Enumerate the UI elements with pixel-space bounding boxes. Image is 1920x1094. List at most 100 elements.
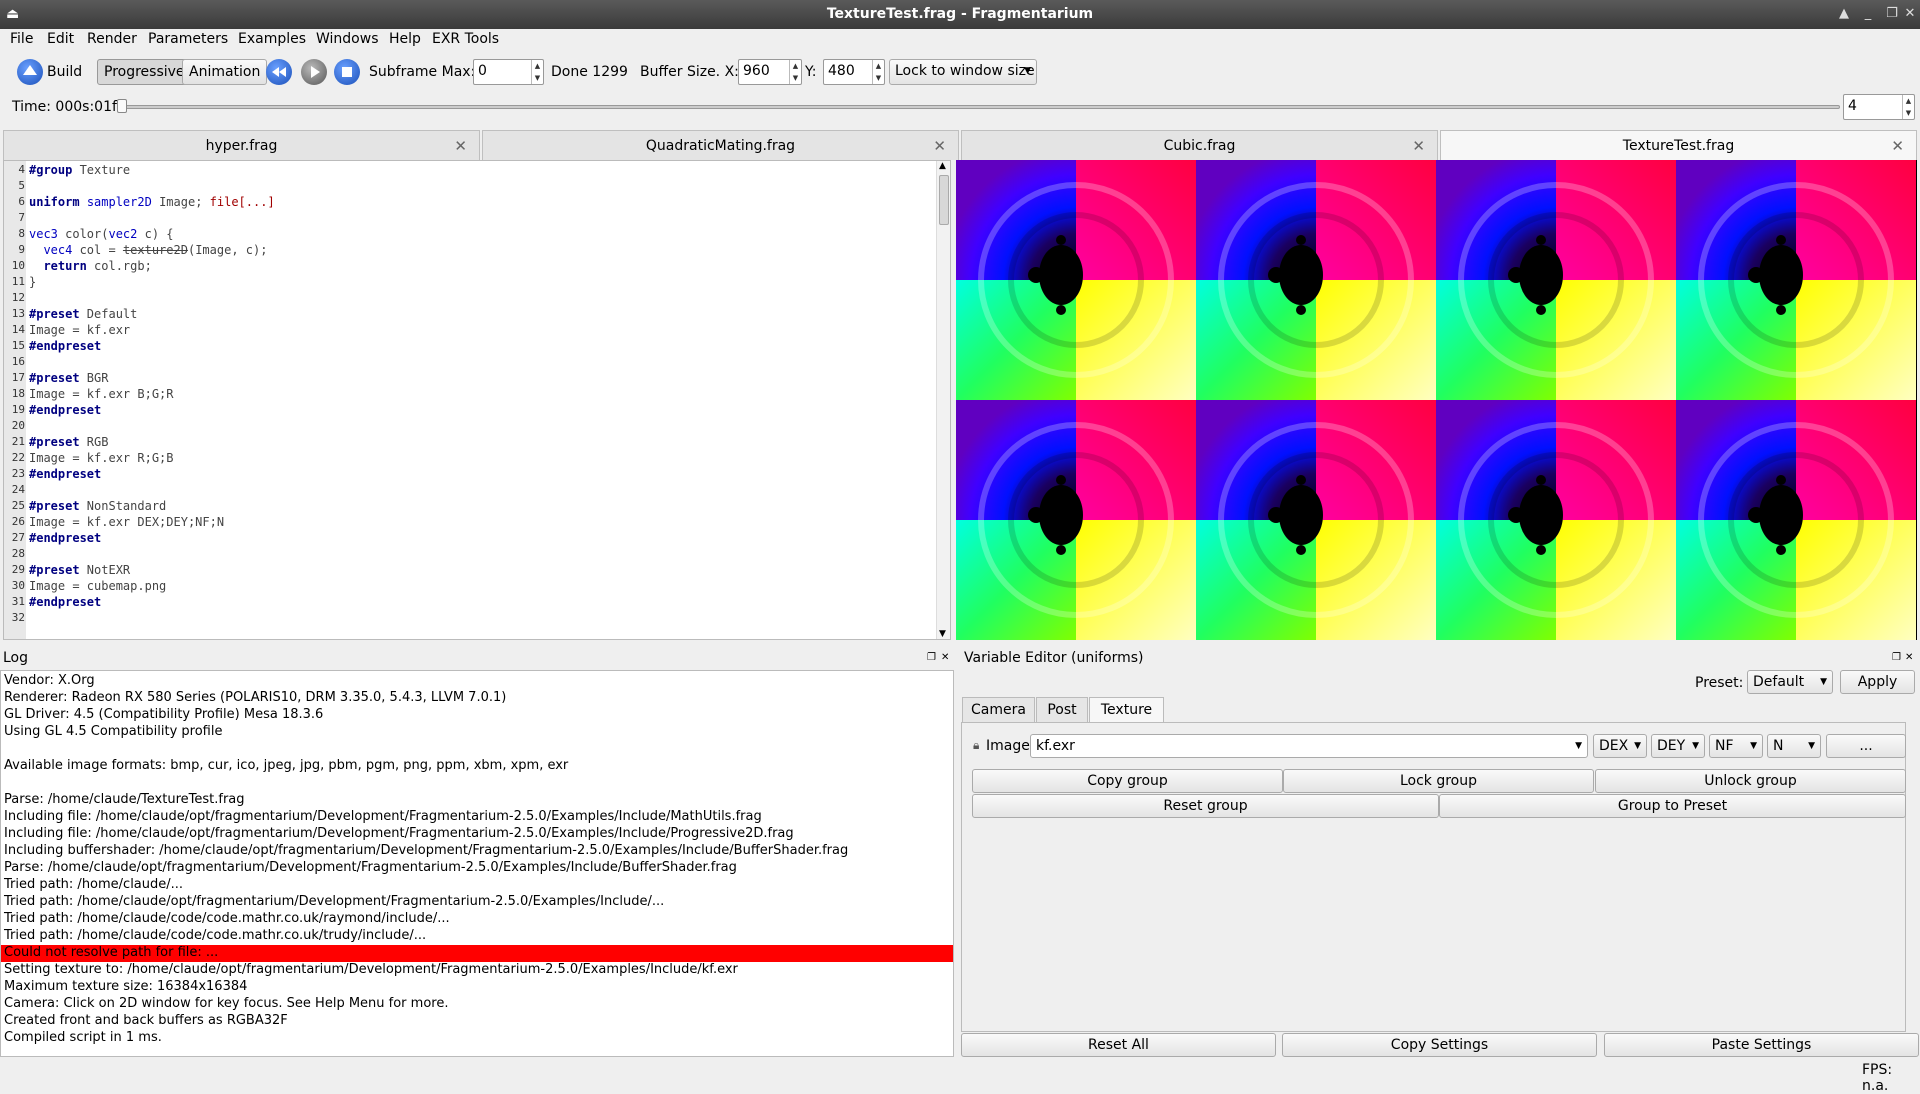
minimize-icon[interactable]: _	[1858, 5, 1878, 23]
menu-exr-tools[interactable]: EXR Tools	[432, 31, 499, 47]
close-tab-icon[interactable]: ✕	[1891, 131, 1904, 161]
code-line: #preset NotEXR	[29, 563, 131, 577]
variable-editor-header: Variable Editor (uniforms) ❐ ✕	[964, 650, 1914, 670]
preset-select[interactable]: Default ▼	[1747, 670, 1833, 694]
close-panel-icon[interactable]: ✕	[941, 652, 949, 663]
apply-button[interactable]: Apply	[1840, 670, 1915, 694]
maximize-icon[interactable]: ❐	[1882, 5, 1902, 23]
code-editor[interactable]: 4 5 6 7 8 9 10 11 12 13 14 15 16 17 18 19 20 21 22 23 24 25 26…	[3, 160, 951, 640]
paste-settings-button[interactable]: Paste Settings	[1604, 1033, 1919, 1057]
lock-window-size-select[interactable]: Lock to window size ▼	[889, 59, 1037, 85]
menu-parameters[interactable]: Parameters	[148, 31, 228, 47]
close-icon[interactable]: ✕	[1900, 5, 1920, 23]
play-icon[interactable]	[301, 59, 327, 85]
browse-button[interactable]: ...	[1826, 734, 1906, 758]
subframe-max-label: Subframe Max:	[369, 64, 476, 80]
log-line: Parse: /home/claude/opt/fragmentarium/De…	[4, 860, 737, 875]
fps-readout: FPS: n.a.	[1862, 1062, 1893, 1094]
line-number: 8	[18, 227, 25, 240]
line-number: 16	[11, 355, 25, 368]
float-panel-icon[interactable]: ❐	[1892, 652, 1901, 663]
rewind-icon[interactable]	[266, 59, 292, 85]
float-panel-icon[interactable]: ❐	[927, 652, 936, 663]
time-slider-handle[interactable]	[117, 99, 127, 113]
line-number: 11	[11, 275, 25, 288]
status-bar: FPS: n.a.	[0, 1060, 1920, 1094]
code-line: Image = kf.exr	[29, 323, 131, 337]
log-output[interactable]: Vendor: X.Org Renderer: Radeon RX 580 Ser…	[0, 670, 954, 1057]
tab-texture[interactable]: Texture	[1089, 697, 1164, 722]
code-line: #preset BGR	[29, 371, 109, 385]
menu-render[interactable]: Render	[87, 31, 137, 47]
channel-nf-select[interactable]: NF ▼	[1709, 734, 1763, 758]
menu-examples[interactable]: Examples	[238, 31, 306, 47]
code-line: }	[29, 275, 37, 289]
close-tab-icon[interactable]: ✕	[454, 131, 467, 161]
progressive-button[interactable]: Progressive	[97, 59, 192, 85]
keep-above-icon[interactable]: ▲	[1834, 5, 1854, 23]
line-number: 18	[11, 387, 25, 400]
time-slider[interactable]	[120, 105, 1840, 109]
close-tab-icon[interactable]: ✕	[1412, 131, 1425, 161]
close-panel-icon[interactable]: ✕	[1905, 652, 1913, 663]
unlock-group-button[interactable]: Unlock group	[1595, 769, 1906, 793]
reset-group-button[interactable]: Reset group	[972, 794, 1439, 818]
tab-camera[interactable]: Camera	[962, 697, 1035, 722]
code-line: #preset Default	[29, 307, 138, 321]
image-file-input[interactable]: kf.exr ▼	[1030, 734, 1588, 758]
line-number: 27	[11, 531, 25, 544]
tab-cubic[interactable]: Cubic.frag ✕	[961, 130, 1438, 160]
tab-quadratic-mating[interactable]: QuadraticMating.frag ✕	[482, 130, 959, 160]
build-button[interactable]: Build	[47, 64, 82, 80]
menu-windows[interactable]: Windows	[316, 31, 379, 47]
menu-help[interactable]: Help	[389, 31, 421, 47]
channel-dex-select[interactable]: DEX ▼	[1593, 734, 1647, 758]
channel-dey-select[interactable]: DEY ▼	[1651, 734, 1705, 758]
line-number: 31	[11, 595, 25, 608]
title-bar: ⏏ TextureTest.frag - Fragmentarium ▲ _ ❐…	[0, 0, 1920, 29]
render-view[interactable]	[956, 160, 1917, 640]
code-line: vec3 color(vec2 c) {	[29, 227, 174, 241]
frame-step-input[interactable]: 4 ▲ ▼	[1843, 94, 1915, 120]
line-number: 4	[18, 163, 25, 176]
line-number: 21	[11, 435, 25, 448]
log-line: Including file: /home/claude/opt/fragmen…	[4, 826, 794, 841]
buffer-x-input[interactable]: 960 ▲ ▼	[738, 59, 802, 85]
log-line: Tried path: /home/claude/code/code.mathr…	[4, 928, 427, 943]
image-label: Image	[986, 738, 1030, 754]
lock-group-button[interactable]: Lock group	[1283, 769, 1594, 793]
tab-hyper[interactable]: hyper.frag ✕	[3, 130, 480, 160]
channel-n-select[interactable]: N ▼	[1767, 734, 1821, 758]
close-tab-icon[interactable]: ✕	[933, 131, 946, 161]
copy-group-button[interactable]: Copy group	[972, 769, 1283, 793]
editor-scrollbar[interactable]: ▲ ▼	[936, 161, 950, 639]
time-label: Time: 000s:01f	[12, 99, 117, 115]
build-icon[interactable]	[17, 59, 43, 85]
reset-all-button[interactable]: Reset All	[961, 1033, 1276, 1057]
buffer-y-input[interactable]: 480 ▲ ▼	[823, 59, 885, 85]
animation-button[interactable]: Animation	[182, 59, 268, 85]
menu-file[interactable]: File	[10, 31, 33, 47]
line-number: 15	[11, 339, 25, 352]
line-number: 19	[11, 403, 25, 416]
group-to-preset-button[interactable]: Group to Preset	[1439, 794, 1906, 818]
code-line: #endpreset	[29, 403, 102, 417]
menu-bar: File Edit Render Parameters Examples Win…	[0, 29, 1920, 51]
line-number: 25	[11, 499, 25, 512]
tab-post[interactable]: Post	[1036, 697, 1088, 722]
variable-editor-title: Variable Editor (uniforms)	[964, 650, 1144, 666]
lock-icon[interactable]: 🔒︎	[973, 738, 979, 753]
time-bar: Time: 000s:01f 4 ▲ ▼	[0, 93, 1920, 121]
line-number-gutter: 4 5 6 7 8 9 10 11 12 13 14 15 16 17 18 19 20 21 22 23 24 25 26…	[4, 161, 26, 639]
line-number: 28	[11, 547, 25, 560]
copy-settings-button[interactable]: Copy Settings	[1282, 1033, 1597, 1057]
log-line: Created front and back buffers as RGBA32…	[4, 1013, 288, 1028]
menu-edit[interactable]: Edit	[47, 31, 74, 47]
log-line: Maximum texture size: 16384x16384	[4, 979, 248, 994]
log-line: Available image formats: bmp, cur, ico, …	[4, 758, 569, 773]
stop-icon[interactable]	[334, 59, 360, 85]
subframe-max-input[interactable]: 0 ▲ ▼	[473, 59, 544, 85]
tab-texture-test[interactable]: TextureTest.frag ✕	[1440, 130, 1917, 160]
log-line: Including buffershader: /home/claude/opt…	[4, 843, 849, 858]
log-line: GL Driver: 4.5 (Compatibility Profile) M…	[4, 707, 324, 722]
